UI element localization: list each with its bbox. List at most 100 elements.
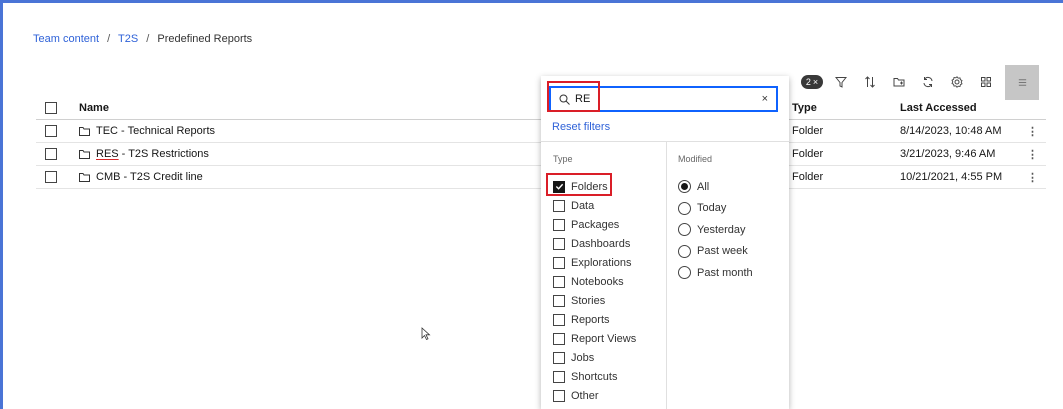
row-overflow-menu[interactable]: ⋮: [1027, 171, 1038, 184]
breadcrumb-t2s[interactable]: T2S: [118, 33, 138, 45]
modified-option-label: Today: [697, 202, 727, 215]
row-name[interactable]: TEC - Technical Reports: [79, 125, 215, 137]
checkbox[interactable]: [553, 294, 565, 307]
column-header-type[interactable]: Type: [792, 102, 817, 114]
breadcrumb-team-content[interactable]: Team content: [33, 33, 99, 45]
toolbar: 2 ×: [801, 64, 1039, 100]
modified-option-label: Past month: [697, 266, 753, 279]
modified-option-past-week[interactable]: Past week: [678, 241, 753, 263]
type-option-reports[interactable]: Reports: [553, 310, 636, 329]
sort-icon: [864, 76, 875, 88]
filter-search-input[interactable]: [575, 93, 745, 105]
column-header-last-accessed[interactable]: Last Accessed: [900, 102, 977, 114]
divider: [541, 141, 789, 142]
row-overflow-menu[interactable]: ⋮: [1027, 148, 1038, 161]
checkbox[interactable]: [553, 351, 565, 364]
gear-icon: [950, 76, 963, 88]
checkbox[interactable]: [553, 275, 565, 288]
type-option-other[interactable]: Other: [553, 386, 636, 405]
type-option-label: Other: [571, 389, 599, 402]
divider: [666, 142, 667, 409]
radio[interactable]: [678, 266, 691, 280]
new-folder-button[interactable]: [887, 71, 910, 94]
settings-button[interactable]: [945, 71, 968, 94]
filter-count-clear[interactable]: ×: [813, 77, 818, 87]
type-option-label: Dashboards: [571, 237, 631, 250]
row-checkbox[interactable]: [45, 125, 57, 137]
sort-button[interactable]: [858, 71, 881, 94]
filter-button[interactable]: [829, 71, 852, 94]
checkbox[interactable]: [553, 237, 565, 250]
modified-option-label: Past week: [697, 245, 748, 258]
type-option-packages[interactable]: Packages: [553, 215, 636, 234]
radio[interactable]: [678, 223, 691, 237]
grid-view-button[interactable]: [974, 71, 997, 94]
breadcrumb-separator: /: [146, 33, 150, 45]
type-option-report-views[interactable]: Report Views: [553, 329, 636, 348]
type-option-stories[interactable]: Stories: [553, 291, 636, 310]
clear-search-icon[interactable]: ×: [762, 93, 768, 105]
row-overflow-menu[interactable]: ⋮: [1027, 125, 1038, 138]
modified-filter-title: Modified: [678, 154, 713, 164]
type-option-notebooks[interactable]: Notebooks: [553, 272, 636, 291]
type-option-explorations[interactable]: Explorations: [553, 253, 636, 272]
type-option-data[interactable]: Data: [553, 196, 636, 215]
radio[interactable]: [678, 244, 691, 258]
highlight-box: [546, 173, 612, 196]
column-header-name[interactable]: Name: [79, 102, 109, 114]
row-checkbox[interactable]: [45, 148, 57, 160]
checkbox[interactable]: [553, 218, 565, 231]
modified-option-all[interactable]: All: [678, 176, 753, 198]
row-last-accessed: 8/14/2023, 10:48 AM: [900, 125, 1002, 137]
type-option-dashboards[interactable]: Dashboards: [553, 234, 636, 253]
type-filter-list: Folders Data Packages Dashboards Explora…: [553, 177, 636, 405]
select-all-checkbox[interactable]: [45, 102, 57, 114]
checkbox[interactable]: [553, 370, 565, 383]
row-type: Folder: [792, 171, 824, 183]
row-code: RES: [96, 148, 119, 160]
modified-option-label: Yesterday: [697, 223, 746, 236]
list-view-button[interactable]: [1005, 64, 1039, 100]
row-name[interactable]: CMB - T2S Credit line: [79, 171, 203, 183]
checkbox[interactable]: [553, 332, 565, 345]
row-last-accessed: 3/21/2023, 9:46 AM: [900, 148, 996, 160]
checkbox[interactable]: [553, 199, 565, 212]
reset-filters-link[interactable]: Reset filters: [552, 121, 610, 133]
row-checkbox[interactable]: [45, 171, 57, 183]
radio-selected[interactable]: [678, 180, 691, 194]
refresh-icon: [923, 76, 932, 88]
row-name[interactable]: RES - T2S Restrictions: [79, 148, 209, 160]
type-option-label: Reports: [571, 313, 610, 326]
type-option-label: Notebooks: [571, 275, 624, 288]
modified-option-past-month[interactable]: Past month: [678, 262, 753, 284]
radio[interactable]: [678, 201, 691, 215]
type-option-label: Stories: [571, 294, 606, 307]
type-option-label: Data: [571, 199, 595, 212]
breadcrumb: Team content / T2S / Predefined Reports: [33, 33, 252, 45]
type-option-label: Report Views: [571, 332, 637, 345]
checkbox[interactable]: [553, 256, 565, 269]
row-type: Folder: [792, 125, 824, 137]
type-option-shortcuts[interactable]: Shortcuts: [553, 367, 636, 386]
modified-option-today[interactable]: Today: [678, 198, 753, 220]
row-type: Folder: [792, 148, 824, 160]
content-frame: Team content / T2S / Predefined Reports …: [0, 0, 1063, 409]
type-option-label: Packages: [571, 218, 620, 231]
add-folder-icon: [893, 78, 904, 87]
mouse-cursor-icon: [421, 327, 431, 341]
modified-option-label: All: [697, 180, 710, 193]
row-title: - Technical Reports: [118, 125, 216, 137]
grid-view-icon: [980, 77, 991, 87]
modified-option-yesterday[interactable]: Yesterday: [678, 219, 753, 241]
refresh-button[interactable]: [916, 71, 939, 94]
folder-icon: [79, 172, 90, 182]
breadcrumb-current: Predefined Reports: [157, 33, 253, 45]
filter-count-badge[interactable]: 2 ×: [801, 75, 823, 89]
row-code: CMB: [96, 171, 121, 183]
type-option-jobs[interactable]: Jobs: [553, 348, 636, 367]
type-option-label: Shortcuts: [571, 370, 618, 383]
checkbox[interactable]: [553, 313, 565, 326]
checkbox[interactable]: [553, 389, 565, 402]
row-title: - T2S Credit line: [120, 171, 203, 183]
breadcrumb-separator: /: [107, 33, 111, 45]
